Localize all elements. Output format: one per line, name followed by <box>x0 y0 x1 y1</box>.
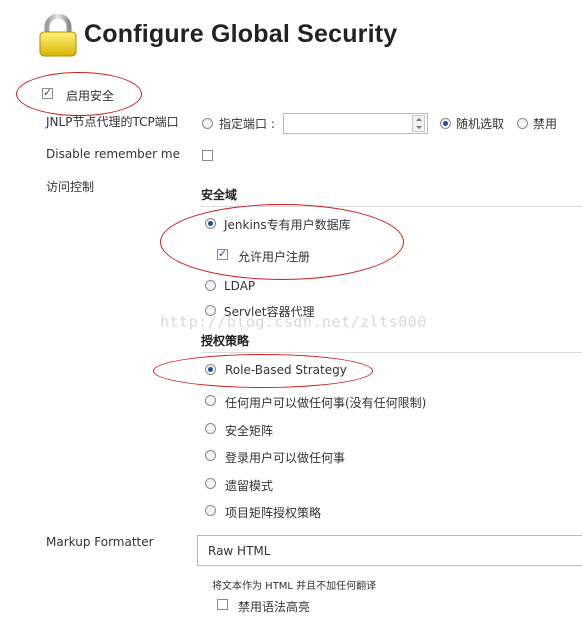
remember-me-checkbox[interactable] <box>202 150 213 161</box>
auth-role-based-radio[interactable] <box>205 364 216 375</box>
jnlp-random-radio[interactable] <box>440 118 451 129</box>
markup-formatter-hint: 将文本作为 HTML 并且不加任何翻译 <box>212 581 377 592</box>
auth-anyone-label: 任何用户可以做任何事(没有任何限制) <box>225 396 427 410</box>
jnlp-port-input[interactable] <box>283 113 428 134</box>
auth-role-based-label: Role-Based Strategy <box>225 363 347 377</box>
markup-formatter-value: Raw HTML <box>208 544 271 558</box>
realm-ldap-label: LDAP <box>224 279 256 293</box>
auth-logged-in-label: 登录用户可以做任何事 <box>225 451 346 465</box>
allow-signup-label: 允许用户注册 <box>238 250 311 264</box>
jnlp-disable-radio[interactable] <box>517 118 528 129</box>
jnlp-disable-label: 禁用 <box>533 117 558 131</box>
realm-jenkins-radio[interactable] <box>205 218 216 229</box>
realm-ldap-radio[interactable] <box>205 280 216 291</box>
auth-logged-in-radio[interactable] <box>205 450 216 461</box>
markup-formatter-label: Markup Formatter <box>46 535 154 549</box>
enable-security-label: 启用安全 <box>66 89 115 103</box>
security-realm-heading: 安全域 <box>201 188 238 202</box>
access-control-label: 访问控制 <box>46 180 95 194</box>
enable-security-checkbox[interactable] <box>42 86 53 99</box>
realm-jenkins-label: Jenkins专有用户数据库 <box>224 218 351 232</box>
jnlp-fixed-port-radio[interactable] <box>202 118 213 129</box>
auth-matrix-radio[interactable] <box>205 423 216 434</box>
markup-formatter-select[interactable]: Raw HTML <box>197 535 582 566</box>
auth-legacy-label: 遗留模式 <box>225 479 274 493</box>
port-stepper[interactable] <box>412 115 425 132</box>
lock-icon <box>38 13 78 58</box>
watermark: http://blog.csdn.net/zlts000 <box>160 313 427 331</box>
disable-highlight-checkbox[interactable] <box>217 599 228 610</box>
jnlp-random-label: 随机选取 <box>456 117 505 131</box>
auth-project-matrix-radio[interactable] <box>205 505 216 516</box>
authorization-heading: 授权策略 <box>201 334 250 348</box>
allow-signup-checkbox[interactable] <box>217 247 228 260</box>
remember-me-label: Disable remember me <box>46 147 180 161</box>
stepper-down-icon[interactable] <box>416 126 422 129</box>
jnlp-fixed-port-label: 指定端口 : <box>219 117 275 131</box>
auth-anyone-radio[interactable] <box>205 395 216 406</box>
auth-legacy-radio[interactable] <box>205 478 216 489</box>
authorization-divider <box>201 352 582 353</box>
stepper-up-icon[interactable] <box>416 118 422 121</box>
auth-project-matrix-label: 项目矩阵授权策略 <box>225 506 322 520</box>
jnlp-port-label: JNLP节点代理的TCP端口 <box>46 115 179 129</box>
auth-matrix-label: 安全矩阵 <box>225 424 274 438</box>
page-title: Configure Global Security <box>84 20 398 48</box>
disable-highlight-label: 禁用语法高亮 <box>238 600 311 614</box>
